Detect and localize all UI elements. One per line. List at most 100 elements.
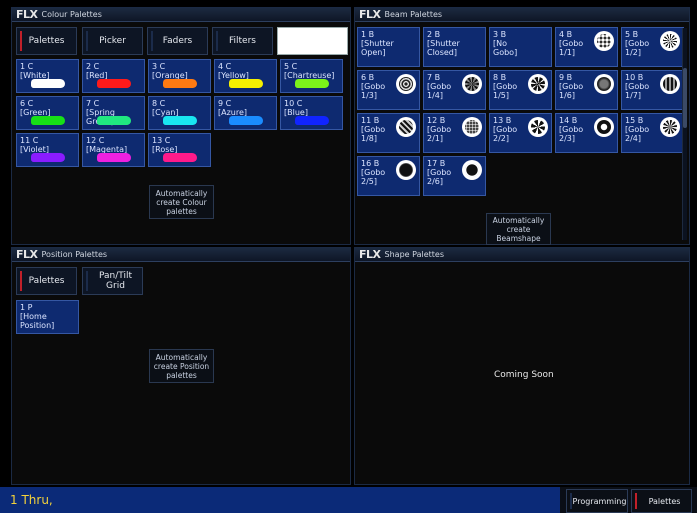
beam-palette-tile[interactable]: 2 B [Shutter Closed] [423, 27, 486, 67]
tile-number: 1 B [361, 30, 375, 39]
flx-logo: FLX [359, 248, 381, 261]
beam-palette-tile[interactable]: 4 B [Gobo 1/1] [555, 27, 618, 67]
colour-palette-tile[interactable]: 13 C [Rose] [148, 133, 211, 167]
tab-active-marker [20, 31, 22, 51]
beam-palette-tile[interactable]: 14 B [Gobo 2/3] [555, 113, 618, 153]
tile-number: 1 C [20, 62, 34, 71]
colour-palette-tile[interactable]: 5 C [Chartreuse] [280, 59, 343, 93]
colour-swatch [228, 79, 263, 88]
button-marker [570, 493, 572, 509]
beam-scrollbar[interactable] [682, 28, 687, 240]
gobo-pattern [465, 163, 479, 177]
gobo-leaf-icon [660, 117, 680, 137]
colour-swatch [162, 153, 197, 162]
tile-name: [Gobo 1/1] [559, 39, 584, 57]
colour-palettes-title: Colour Palettes [41, 10, 102, 19]
beam-palette-tile[interactable]: 10 B [Gobo 1/7] [621, 70, 684, 110]
beam-scroll-thumb[interactable] [683, 68, 687, 128]
beam-palette-tile[interactable]: 5 B [Gobo 1/2] [621, 27, 684, 67]
beam-palette-tile[interactable]: 12 B [Gobo 2/1] [423, 113, 486, 153]
tile-name: [Shutter Closed] [427, 39, 460, 57]
beam-palette-tile[interactable]: 1 B [Shutter Open] [357, 27, 420, 67]
tab-label: Pan/Tilt Grid [98, 271, 133, 291]
colour-swatch [96, 79, 131, 88]
colour-palette-tile[interactable]: 3 C [Orange] [148, 59, 211, 93]
auto-create-position-button[interactable]: Automatically create Position palettes [149, 349, 214, 383]
beam-palettes-header: FLX Beam Palettes [355, 8, 689, 22]
auto-create-beamshape-button[interactable]: Automatically create Beamshape [486, 213, 551, 245]
colour-preview-swatch[interactable] [277, 27, 348, 55]
beam-palette-tile[interactable]: 15 B [Gobo 2/4] [621, 113, 684, 153]
tile-name: [Gobo 2/6] [427, 168, 452, 186]
tab-position-palettes[interactable]: Palettes [16, 267, 77, 295]
tile-name: [Gobo 2/4] [625, 125, 650, 143]
palettes-button[interactable]: Palettes [631, 489, 692, 513]
tab-faders[interactable]: Faders [147, 27, 208, 55]
gobo-pattern [531, 77, 545, 91]
beam-palette-tile[interactable]: 11 B [Gobo 1/8] [357, 113, 420, 153]
tab-label: Picker [99, 36, 126, 46]
tile-name: [Gobo 1/2] [625, 39, 650, 57]
colour-swatch [162, 116, 197, 125]
colour-palette-tile[interactable]: 2 C [Red] [82, 59, 145, 93]
tile-name: [Gobo 1/7] [625, 82, 650, 100]
beam-palette-tile[interactable]: 8 B [Gobo 1/5] [489, 70, 552, 110]
tile-name: [Home Position] [20, 312, 55, 330]
tab-active-marker [20, 271, 22, 291]
colour-swatch [30, 153, 65, 162]
gobo-star-icon [660, 31, 680, 51]
gobo-pattern [399, 120, 413, 134]
tile-number: 7 C [86, 99, 100, 108]
colour-palette-tile[interactable]: 12 C [Magenta] [82, 133, 145, 167]
gobo-pattern [597, 120, 611, 134]
colour-palette-tile[interactable]: 8 C [Cyan] [148, 96, 211, 130]
colour-palettes-header: FLX Colour Palettes [12, 8, 350, 22]
colour-palette-tile[interactable]: 9 C [Azure] [214, 96, 277, 130]
shape-palettes-panel: FLX Shape Palettes Coming Soon [354, 247, 690, 485]
tab-marker [216, 31, 218, 51]
gobo-pattern [465, 120, 479, 134]
auto-create-colour-button[interactable]: Automatically create Colour palettes [149, 185, 214, 219]
colour-palette-tile[interactable]: 1 C [White] [16, 59, 79, 93]
tab-palettes[interactable]: Palettes [16, 27, 77, 55]
tab-filters[interactable]: Filters [212, 27, 273, 55]
tab-picker[interactable]: Picker [82, 27, 143, 55]
tile-number: 2 B [427, 30, 441, 39]
palettes-label: Palettes [648, 496, 681, 506]
beam-palette-tile[interactable]: 3 B [No Gobo] [489, 27, 552, 67]
tab-marker [151, 31, 153, 51]
tile-name: [Gobo 2/5] [361, 168, 386, 186]
colour-palette-tile[interactable]: 10 C [Blue] [280, 96, 343, 130]
tab-label: Filters [229, 36, 256, 46]
beam-palette-tile[interactable]: 6 B [Gobo 1/3] [357, 70, 420, 110]
colour-palette-tile[interactable]: 11 C [Violet] [16, 133, 79, 167]
gobo-flower-icon [528, 74, 548, 94]
beam-palette-tile[interactable]: 17 B [Gobo 2/6] [423, 156, 486, 196]
beam-palette-tile[interactable]: 13 B [Gobo 2/2] [489, 113, 552, 153]
gobo-pattern [399, 163, 413, 177]
beam-palette-tile[interactable]: 9 B [Gobo 1/6] [555, 70, 618, 110]
gobo-spiral-icon [462, 74, 482, 94]
beam-palettes-panel: FLX Beam Palettes 1 B [Shutter Open] 2 B [S… [354, 7, 690, 245]
gobo-grid-icon [660, 74, 680, 94]
tab-marker [86, 31, 88, 51]
programming-button[interactable]: Programming [566, 489, 628, 513]
shape-palettes-header: FLX Shape Palettes [355, 248, 689, 262]
colour-palette-tile[interactable]: 4 C [Yellow] [214, 59, 277, 93]
gobo-pattern [663, 77, 677, 91]
flx-logo: FLX [16, 248, 38, 261]
colour-palette-tile[interactable]: 6 C [Green] [16, 96, 79, 130]
gobo-ring-icon [594, 117, 614, 137]
command-line[interactable]: 1 Thru, [0, 487, 560, 513]
beam-palette-tile[interactable]: 16 B [Gobo 2/5] [357, 156, 420, 196]
gobo-pattern [597, 34, 611, 48]
tab-pan-tilt-grid[interactable]: Pan/Tilt Grid [82, 267, 143, 295]
tile-number: 11 C [20, 136, 39, 145]
colour-palettes-panel: FLX Colour Palettes Palettes Picker Fade… [11, 7, 351, 245]
beam-palette-tile[interactable]: 7 B [Gobo 1/4] [423, 70, 486, 110]
gobo-pattern [663, 120, 677, 134]
tile-name: [Gobo 1/6] [559, 82, 584, 100]
position-palette-tile[interactable]: 1 P [Home Position] [16, 300, 79, 334]
tile-number: 9 C [218, 99, 232, 108]
colour-palette-tile[interactable]: 7 C[Spring Green] [82, 96, 145, 130]
